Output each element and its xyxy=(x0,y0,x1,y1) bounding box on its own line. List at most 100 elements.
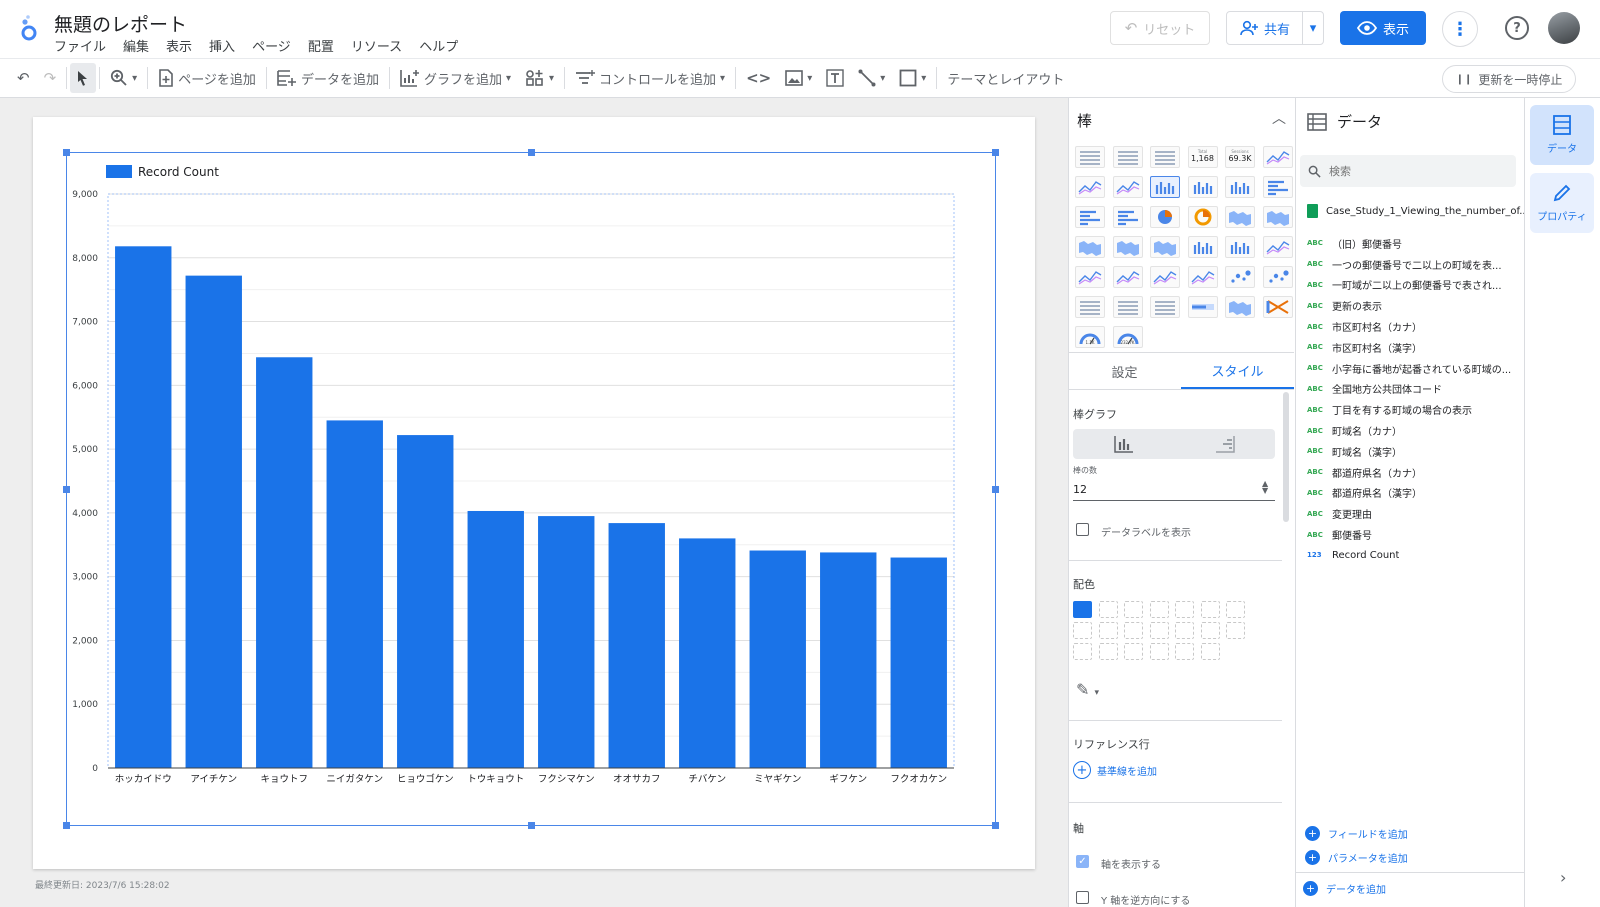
pivot-bars-icon[interactable] xyxy=(1112,296,1143,318)
pen-icon[interactable]: ✎ ▾ xyxy=(1076,680,1099,699)
menu-insert[interactable]: 挿入 xyxy=(209,36,235,55)
filled-map-icon[interactable] xyxy=(1112,236,1143,258)
menu-help[interactable]: ヘルプ xyxy=(419,36,458,55)
sankey-icon[interactable] xyxy=(1262,296,1293,318)
color-swatch-empty[interactable] xyxy=(1124,622,1143,639)
color-swatch-empty[interactable] xyxy=(1175,622,1194,639)
smooth-line-icon[interactable] xyxy=(1075,266,1105,288)
reverse-y-axis-checkbox[interactable] xyxy=(1076,891,1089,904)
table-chart-icon[interactable] xyxy=(1075,146,1105,168)
vertical-bar-icon[interactable] xyxy=(1073,429,1174,459)
view-button[interactable]: 表示 xyxy=(1340,11,1426,45)
resize-handle-ne[interactable] xyxy=(992,149,999,156)
zoom-button[interactable]: ▾ xyxy=(103,63,144,93)
menu-edit[interactable]: 編集 xyxy=(123,36,149,55)
pause-updates-button[interactable]: ❙❙ 更新を一時停止 xyxy=(1442,65,1576,93)
resize-handle-w[interactable] xyxy=(63,486,70,493)
add-control-button[interactable]: コントロールを追加 ▾ xyxy=(568,63,732,93)
theme-layout-button[interactable]: テーマとレイアウト xyxy=(940,63,1071,93)
scorecard-sessions-icon[interactable]: Sessions 69.3K xyxy=(1225,146,1255,168)
color-swatch-empty[interactable] xyxy=(1124,643,1143,660)
grouped-column-icon[interactable] xyxy=(1187,176,1218,198)
text-box-icon[interactable] xyxy=(819,63,851,93)
chevron-up-icon[interactable]: ︿ xyxy=(1272,108,1286,128)
resize-handle-n[interactable] xyxy=(528,149,535,156)
time-series-smooth-icon[interactable] xyxy=(1112,176,1143,198)
show-axis-checkbox[interactable]: ✓ xyxy=(1076,855,1089,868)
field-item[interactable]: ABC 一つの郵便番号で二以上の町域を表... xyxy=(1307,254,1517,275)
resize-handle-e[interactable] xyxy=(992,486,999,493)
sparkline-chart-icon[interactable] xyxy=(1262,146,1293,168)
add-data-button[interactable]: データを追加 xyxy=(270,63,386,93)
field-item[interactable]: ABC 郵便番号 xyxy=(1307,524,1517,545)
pivot-heatmap-icon[interactable] xyxy=(1150,296,1180,318)
bar-chart-icon[interactable] xyxy=(1262,176,1293,198)
line-combo-icon[interactable] xyxy=(1187,236,1218,258)
menu-view[interactable]: 表示 xyxy=(166,36,192,55)
field-item[interactable]: ABC 町域名（漢字） xyxy=(1307,441,1517,462)
stacked-area-icon[interactable] xyxy=(1150,266,1180,288)
color-swatch-empty[interactable] xyxy=(1200,643,1220,660)
color-swatch-empty[interactable] xyxy=(1073,622,1092,639)
add-reference-line-button[interactable]: + 基準線を追加 xyxy=(1073,761,1157,779)
line-chart-icon[interactable] xyxy=(1262,236,1293,258)
image-button[interactable]: ▾ xyxy=(778,63,819,93)
field-item[interactable]: ABC 都道府県名（カナ） xyxy=(1307,462,1517,483)
bar-count-input[interactable] xyxy=(1073,479,1275,501)
area-chart-icon[interactable] xyxy=(1112,266,1143,288)
menu-resource[interactable]: リソース xyxy=(351,36,402,55)
field-item[interactable]: ABC 小字毎に番地が起番されている町域の... xyxy=(1307,358,1517,379)
rail-data-button[interactable]: データ xyxy=(1530,105,1594,165)
gauge-chart-icon[interactable]: 1.1K xyxy=(1075,326,1105,348)
tab-setup[interactable]: 設定 xyxy=(1068,353,1181,389)
treemap-icon[interactable] xyxy=(1225,296,1255,318)
color-swatch-empty[interactable] xyxy=(1175,643,1194,660)
field-item[interactable]: ABC 一町域が二以上の郵便番号で表され... xyxy=(1307,275,1517,296)
stacked-combo-icon[interactable] xyxy=(1225,236,1255,258)
menu-arrange[interactable]: 配置 xyxy=(308,36,334,55)
color-swatch-empty[interactable] xyxy=(1149,643,1169,660)
rail-properties-button[interactable]: プロパティ xyxy=(1530,173,1594,233)
table-bars-chart-icon[interactable] xyxy=(1112,146,1143,168)
undo-icon[interactable]: ↶ xyxy=(10,63,37,93)
pivot-table-icon[interactable] xyxy=(1075,296,1105,318)
share-button[interactable]: 共有 ▾ xyxy=(1226,11,1324,45)
horizontal-bar-icon[interactable] xyxy=(1174,429,1275,459)
scorecard-total-icon[interactable]: Total 1,168 xyxy=(1187,146,1218,168)
resize-handle-s[interactable] xyxy=(528,822,535,829)
add-field-button[interactable]: + フィールドを追加 xyxy=(1305,826,1408,841)
looker-studio-logo-icon[interactable] xyxy=(18,14,40,42)
report-title[interactable]: 無題のレポート xyxy=(54,10,187,37)
field-item[interactable]: ABC 都道府県名（漢字） xyxy=(1307,483,1517,504)
reset-button[interactable]: ↶ リセット xyxy=(1110,11,1210,45)
select-tool-icon[interactable] xyxy=(70,63,97,93)
chevron-right-icon[interactable]: › xyxy=(1560,868,1566,887)
search-input[interactable] xyxy=(1329,164,1499,178)
field-item[interactable]: ABC 市区町村名（漢字） xyxy=(1307,337,1517,358)
share-dropdown-icon[interactable]: ▾ xyxy=(1303,21,1323,36)
field-item[interactable]: ABC 変更理由 xyxy=(1307,503,1517,524)
field-item[interactable]: ABC 全国地方公共団体コード xyxy=(1307,379,1517,400)
field-item[interactable]: ABC （旧）郵便番号 xyxy=(1307,233,1517,254)
add-page-button[interactable]: ページを追加 xyxy=(151,63,263,93)
color-swatch-selected[interactable] xyxy=(1073,601,1092,618)
color-swatch-empty[interactable] xyxy=(1073,643,1092,660)
stacked-column-icon[interactable] xyxy=(1225,176,1255,198)
shape-button[interactable]: ▾ xyxy=(892,63,933,93)
pie-chart-icon[interactable] xyxy=(1150,206,1180,228)
field-search[interactable] xyxy=(1300,155,1516,187)
column-chart-icon[interactable] xyxy=(1150,176,1180,198)
field-item[interactable]: ABC 更新の表示 xyxy=(1307,295,1517,316)
data-source-item[interactable]: Case_Study_1_Viewing_the_number_of... xyxy=(1307,204,1529,218)
property-scrollbar[interactable] xyxy=(1283,392,1289,522)
add-parameter-button[interactable]: + パラメータを追加 xyxy=(1305,850,1408,865)
scatter-chart-icon[interactable] xyxy=(1225,266,1255,288)
help-icon[interactable]: ? xyxy=(1505,16,1529,40)
resize-handle-nw[interactable] xyxy=(63,149,70,156)
field-item[interactable]: ABC 丁目を有する町域の場合の表示 xyxy=(1307,399,1517,420)
field-item[interactable]: ABC 市区町村名（カナ） xyxy=(1307,316,1517,337)
resize-handle-se[interactable] xyxy=(992,822,999,829)
embed-code-icon[interactable]: <> xyxy=(739,63,778,93)
menu-page[interactable]: ページ xyxy=(252,36,291,55)
time-series-chart-icon[interactable] xyxy=(1075,176,1105,198)
